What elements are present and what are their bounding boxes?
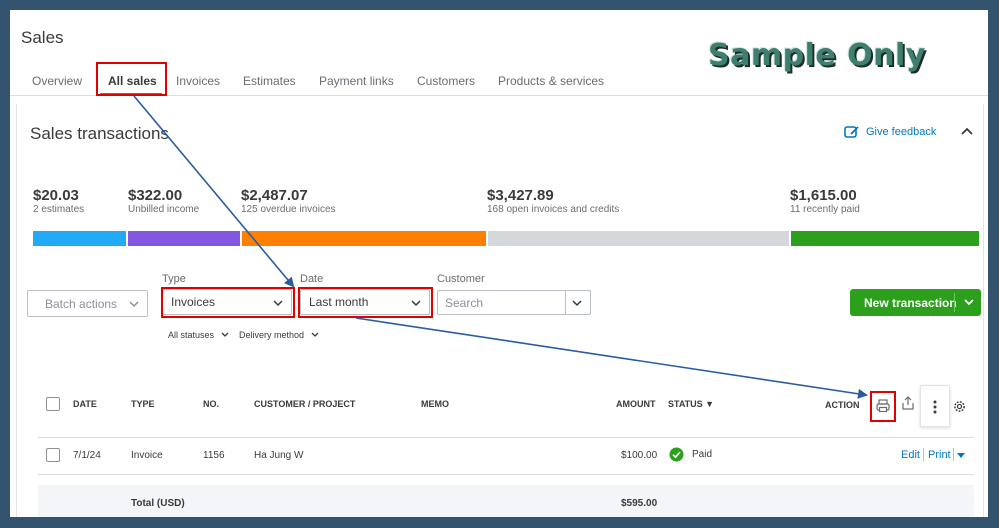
arrow-to-type	[133, 95, 295, 288]
annotation-arrows	[133, 95, 868, 399]
app-window: Sales Sample Only Overview All sales Inv…	[10, 10, 988, 517]
arrow-to-print	[355, 317, 868, 399]
